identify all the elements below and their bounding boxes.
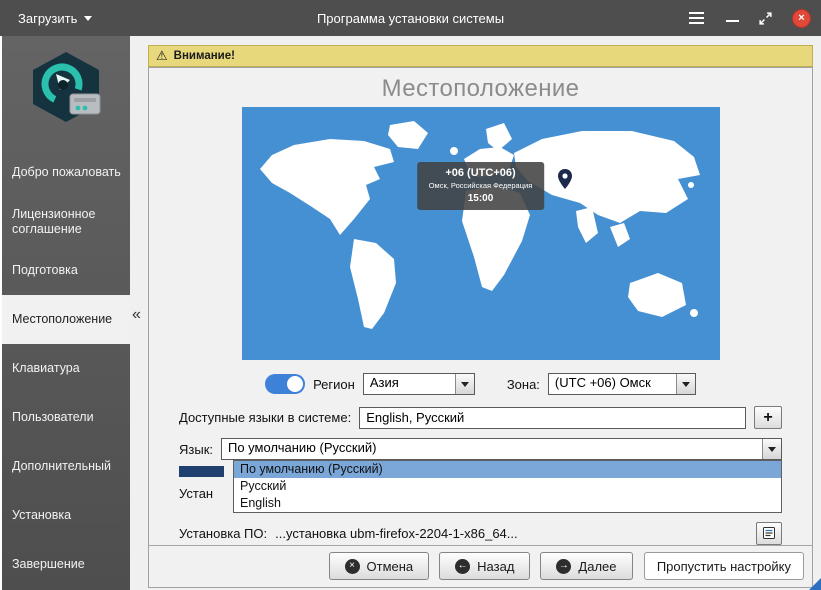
warning-banner: ⚠ Внимание! xyxy=(148,45,813,67)
software-label: Установка ПО: xyxy=(179,526,267,541)
languages-input[interactable] xyxy=(359,407,746,429)
languages-row: Доступные языки в системе: + xyxy=(149,406,812,429)
next-button[interactable]: → Далее xyxy=(540,552,632,580)
chevron-down-icon xyxy=(84,16,92,21)
menu-icon[interactable] xyxy=(686,9,707,27)
dropdown-option-english[interactable]: English xyxy=(234,495,781,512)
region-select[interactable]: Азия xyxy=(363,373,475,395)
zone-label: Зона: xyxy=(507,377,540,392)
minimize-icon[interactable] xyxy=(726,20,739,22)
maximize-icon[interactable] xyxy=(758,11,773,26)
world-map-graphic xyxy=(242,107,720,360)
language-label: Язык: xyxy=(179,442,213,457)
region-value: Азия xyxy=(364,374,455,394)
tooltip-time: 15:00 xyxy=(429,193,533,204)
app-body: Добро пожаловать Лицензионное соглашение… xyxy=(0,36,821,590)
world-map[interactable]: +06 (UTC+06) Омск, Российская Федерация … xyxy=(242,107,720,360)
toggle-knob xyxy=(287,376,303,392)
close-icon[interactable]: × xyxy=(792,9,811,28)
installer-window: Загрузить Программа установки системы × xyxy=(0,0,821,590)
language-dropdown-button[interactable] xyxy=(762,439,781,459)
footer-buttons: × Отмена ← Назад → Далее xyxy=(329,552,633,580)
add-language-button[interactable]: + xyxy=(754,406,782,429)
next-label: Далее xyxy=(578,559,616,574)
software-row: Установка ПО: ...установка ubm-firefox-2… xyxy=(149,522,812,545)
footer-bar: × Отмена ← Назад → Далее Пропус xyxy=(149,545,812,587)
view-log-button[interactable] xyxy=(756,522,782,545)
resize-grip[interactable] xyxy=(809,578,821,590)
plus-icon: + xyxy=(763,409,772,427)
warning-text: Внимание! xyxy=(174,50,235,62)
titlebar: Загрузить Программа установки системы × xyxy=(0,0,821,36)
language-row: Язык: По умолчанию (Русский) xyxy=(149,438,812,460)
back-label: Назад xyxy=(477,559,514,574)
sidebar-item-completion[interactable]: Завершение xyxy=(2,540,130,589)
zone-select[interactable]: (UTC +06) Омск xyxy=(548,373,696,395)
tooltip-place: Омск, Российская Федерация xyxy=(429,181,533,190)
sidebar-item-additional[interactable]: Дополнительный xyxy=(2,442,130,491)
cancel-icon: × xyxy=(345,559,360,574)
obscured-rows: Устан По умолчанию (Русский) Русский Eng… xyxy=(149,460,812,520)
dropdown-option-default[interactable]: По умолчанию (Русский) xyxy=(234,461,781,478)
load-button-label: Загрузить xyxy=(18,11,77,26)
region-dropdown-button[interactable] xyxy=(455,374,474,394)
sidebar-item-users[interactable]: Пользователи xyxy=(2,393,130,442)
sidebar: Добро пожаловать Лицензионное соглашение… xyxy=(2,36,130,590)
region-zone-row: Регион Азия Зона: (UTC +06) Омск xyxy=(149,373,812,395)
chevron-down-icon xyxy=(682,382,690,387)
os-install-progressbar xyxy=(179,466,224,477)
zone-value: (UTC +06) Омск xyxy=(549,374,676,394)
sidebar-item-installation[interactable]: Установка xyxy=(2,491,130,540)
language-value: По умолчанию (Русский) xyxy=(222,439,762,459)
log-icon xyxy=(762,526,776,540)
chevron-down-icon xyxy=(461,382,469,387)
arrow-left-icon: ← xyxy=(455,559,470,574)
sidebar-item-welcome[interactable]: Добро пожаловать xyxy=(2,148,130,197)
software-status: ...установка ubm-firefox-2204-1-x86_64..… xyxy=(275,526,518,541)
region-label: Регион xyxy=(313,377,355,392)
languages-label: Доступные языки в системе: xyxy=(179,410,351,425)
page-title: Местоположение xyxy=(149,75,812,103)
cancel-button[interactable]: × Отмена xyxy=(329,552,430,580)
dropdown-option-russian[interactable]: Русский xyxy=(234,478,781,495)
sidebar-collapse-chevron[interactable]: « xyxy=(132,306,141,324)
map-mode-toggle[interactable] xyxy=(265,374,305,394)
language-dropdown-list: По умолчанию (Русский) Русский English xyxy=(233,460,782,513)
back-button[interactable]: ← Назад xyxy=(439,552,530,580)
language-select[interactable]: По умолчанию (Русский) xyxy=(221,438,782,460)
sidebar-item-location[interactable]: Местоположение xyxy=(2,295,130,344)
chevron-down-icon xyxy=(768,447,776,452)
arrow-right-icon: → xyxy=(556,559,571,574)
sidebar-item-keyboard[interactable]: Клавиатура xyxy=(2,344,130,393)
window-title: Программа установки системы xyxy=(317,11,504,26)
titlebar-controls: × xyxy=(686,9,811,28)
zone-dropdown-button[interactable] xyxy=(676,374,695,394)
timezone-tooltip: +06 (UTC+06) Омск, Российская Федерация … xyxy=(417,162,545,210)
sidebar-item-preparation[interactable]: Подготовка xyxy=(2,246,130,295)
content-panel: Местоположение xyxy=(148,67,813,588)
skip-label: Пропустить настройку xyxy=(657,559,791,574)
warning-icon: ⚠ xyxy=(156,48,168,64)
cancel-label: Отмена xyxy=(367,559,414,574)
installer-logo xyxy=(2,36,130,148)
sidebar-item-license[interactable]: Лицензионное соглашение xyxy=(2,197,130,246)
skip-settings-button[interactable]: Пропустить настройку xyxy=(644,552,804,580)
location-pin-icon xyxy=(558,169,572,189)
load-button[interactable]: Загрузить xyxy=(10,6,100,31)
main-area: « ⚠ Внимание! Местоположение xyxy=(130,36,821,590)
tooltip-utc-offset: +06 (UTC+06) xyxy=(429,167,533,179)
